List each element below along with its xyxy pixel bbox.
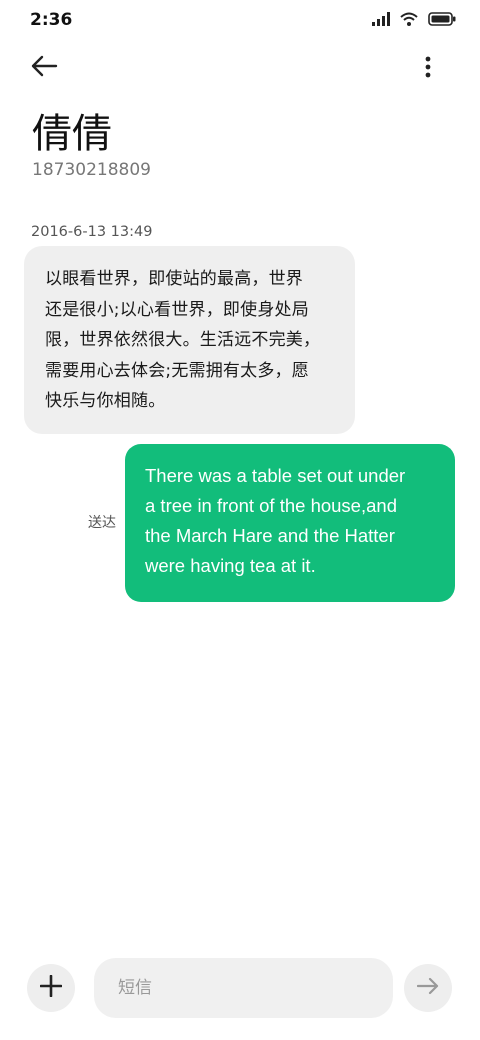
incoming-message-bubble[interactable]: 以眼看世界，即使站的最高，世界 还是很小;以心看世界，即使身处局 限，世界依然很… (24, 246, 355, 434)
message-line: were having tea at it. (145, 555, 316, 576)
status-bar: 2:36 (0, 0, 480, 40)
more-vertical-icon (425, 56, 431, 82)
outgoing-message-bubble[interactable]: There was a table set out under a tree i… (125, 444, 455, 602)
wifi-icon (400, 11, 418, 30)
arrow-left-icon (30, 55, 58, 81)
arrow-right-icon (416, 977, 439, 999)
message-line: 还是很小;以心看世界，即使身处局 (45, 299, 309, 320)
contact-number: 18730218809 (32, 160, 151, 180)
signal-icon (372, 11, 390, 30)
message-line: There was a table set out under (145, 465, 406, 486)
back-button[interactable] (30, 50, 74, 86)
plus-icon (39, 974, 63, 1001)
status-icons (372, 11, 456, 30)
contact-name: 倩倩 (32, 111, 112, 157)
more-button[interactable] (416, 54, 440, 84)
add-attachment-button[interactable] (27, 964, 75, 1012)
message-line: 需要用心去体会;无需拥有太多，愿 (45, 360, 309, 381)
battery-icon (428, 11, 456, 30)
message-line: 以眼看世界，即使站的最高，世界 (45, 269, 303, 289)
message-line: 快乐与你相随。 (45, 391, 166, 411)
message-line: 限，世界依然很大。生活远不完美， (45, 330, 321, 350)
status-time: 2:36 (30, 10, 73, 30)
incoming-message-text: 以眼看世界，即使站的最高，世界 还是很小;以心看世界，即使身处局 限，世界依然很… (45, 264, 335, 417)
send-button[interactable] (404, 964, 452, 1012)
message-timestamp: 2016-6-13 13:49 (31, 224, 153, 240)
message-line: the March Hare and the Hatter (145, 525, 395, 546)
delivery-status: 送达 (88, 515, 116, 531)
conversation-screen: 2:36 倩倩 18730218809 2016-6-13 13:49 以眼看世… (0, 0, 480, 1040)
message-input[interactable] (94, 958, 393, 1018)
message-line: a tree in front of the house,and (145, 495, 397, 516)
outgoing-message-text: There was a table set out under a tree i… (145, 461, 439, 581)
